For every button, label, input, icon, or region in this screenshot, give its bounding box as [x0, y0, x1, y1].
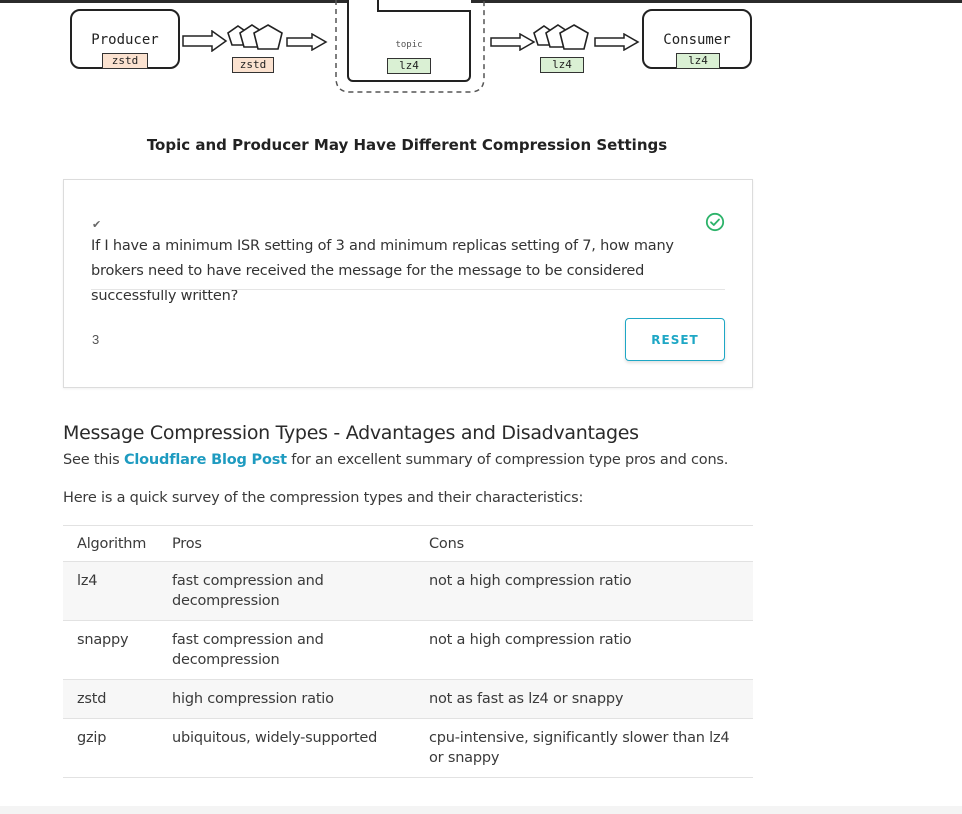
table-header-row: Algorithm Pros Cons: [63, 525, 753, 562]
message-batch-icon: [533, 24, 589, 50]
cloudflare-blog-link[interactable]: Cloudflare Blog Post: [124, 452, 287, 468]
divider: [91, 289, 725, 290]
producer-codec-tag: zstd: [102, 53, 148, 69]
message-batch-icon: [227, 24, 283, 50]
batch-codec-tag: zstd: [232, 57, 274, 73]
consumer-label: Consumer: [663, 32, 731, 48]
header-algorithm: Algorithm: [63, 525, 172, 562]
intro-suffix: for an excellent summary of compression …: [286, 452, 729, 468]
diagram-caption: Topic and Producer May Have Different Co…: [146, 136, 668, 154]
consumer-node: Consumer lz4: [642, 9, 752, 69]
table-row: lz4 fast compression and decompression n…: [63, 561, 753, 621]
table-row: gzip ubiquitous, widely-supported cpu-in…: [63, 718, 753, 778]
quiz-question: If I have a minimum ISR setting of 3 and…: [91, 238, 674, 304]
section-title: Message Compression Types - Advantages a…: [63, 422, 639, 444]
table-row: zstd high compression ratio not as fast …: [63, 679, 753, 719]
topic-label: topic: [395, 40, 423, 50]
cell-algorithm: lz4: [63, 561, 172, 621]
cell-cons: not a high compression ratio: [429, 620, 753, 680]
arrow-icon: [594, 33, 640, 51]
header-cons: Cons: [429, 525, 753, 562]
cell-pros: high compression ratio: [172, 679, 429, 719]
batch-codec-tag: lz4: [540, 57, 584, 73]
cell-pros: fast compression and decompression: [172, 573, 324, 609]
intro-prefix: See this: [63, 452, 124, 468]
compression-table: Algorithm Pros Cons lz4 fast compression…: [63, 525, 753, 778]
producer-node: Producer zstd: [70, 9, 180, 69]
table-row: snappy fast compression and decompressio…: [63, 620, 753, 680]
check-mark-icon: ✔: [92, 219, 102, 231]
arrow-icon: [182, 30, 228, 52]
cell-pros: ubiquitous, widely-supported: [172, 718, 429, 778]
cell-algorithm: snappy: [63, 620, 172, 680]
arrow-icon: [286, 33, 328, 51]
cell-cons: not as fast as lz4 or snappy: [429, 679, 753, 719]
footer-strip: [0, 806, 962, 814]
producer-label: Producer: [91, 32, 159, 48]
topic-codec-tag: lz4: [387, 58, 431, 74]
header-pros: Pros: [172, 525, 429, 562]
cell-algorithm: gzip: [63, 718, 172, 778]
quiz-card: ✔ If I have a minimum ISR setting of 3 a…: [63, 179, 753, 388]
arrow-icon: [490, 33, 536, 51]
reset-button[interactable]: RESET: [625, 318, 725, 361]
cell-pros: fast compression and decompression: [172, 632, 324, 668]
intro-paragraph: See this Cloudflare Blog Post for an exc…: [63, 452, 728, 468]
survey-paragraph: Here is a quick survey of the compressio…: [63, 490, 584, 506]
cell-cons: cpu-intensive, significantly slower than…: [429, 730, 730, 766]
cell-cons: not a high compression ratio: [429, 561, 753, 621]
topic-tab: [377, 0, 471, 12]
check-circle-icon: [705, 212, 725, 232]
cell-algorithm: zstd: [63, 679, 172, 719]
compression-diagram: Producer zstd zstd topic lz4 lz4 Consume…: [62, 0, 762, 100]
consumer-codec-tag: lz4: [676, 53, 720, 69]
quiz-answer: 3: [92, 332, 100, 347]
topic-node: topic lz4: [347, 0, 471, 82]
